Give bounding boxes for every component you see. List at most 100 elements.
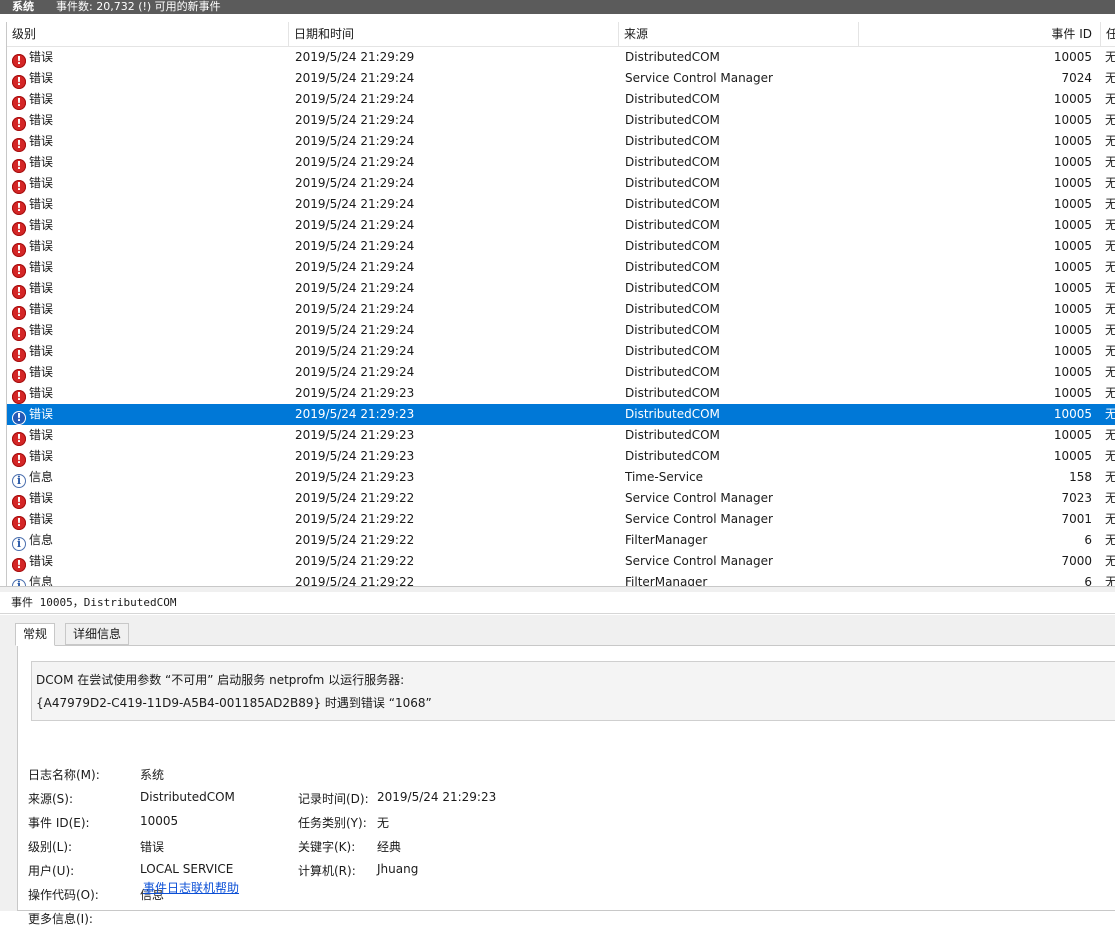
event-row[interactable]: ! 错误 2019/5/24 21:29:22 Service Control Man… (7, 488, 1115, 509)
event-level-cell: ! 错误 (12, 194, 282, 215)
event-task-cell: 无 (1105, 131, 1115, 152)
event-row[interactable]: ! 错误 2019/5/24 21:29:22 Service Control Man… (7, 551, 1115, 572)
event-id-cell: 6 (1084, 533, 1092, 547)
event-message-box[interactable]: DCOM 在尝试使用参数 “不可用” 启动服务 netprofm 以运行服务器:… (31, 661, 1115, 721)
value-level: 错误 (140, 840, 165, 854)
event-source-cell: DistributedCOM (625, 218, 720, 232)
event-row[interactable]: ! 错误 2019/5/24 21:29:24 DistributedCOM 10005… (7, 278, 1115, 299)
event-level-text: 错误 (29, 407, 54, 421)
error-icon: ! (12, 243, 26, 257)
event-row[interactable]: ! 错误 2019/5/24 21:29:24 DistributedCOM 10005… (7, 215, 1115, 236)
event-task-cell: 无 (1105, 404, 1115, 425)
event-row[interactable]: ! 错误 2019/5/24 21:29:24 DistributedCOM 10005… (7, 341, 1115, 362)
event-row[interactable]: ! 错误 2019/5/24 21:29:24 DistributedCOM 10005… (7, 110, 1115, 131)
event-id-cell: 7024 (1061, 71, 1092, 85)
event-task-cell: 无 (1105, 530, 1115, 551)
event-date-cell: 2019/5/24 21:29:22 (295, 575, 415, 586)
event-level-cell: ! 错误 (12, 425, 282, 446)
event-task-cell: 无 (1105, 425, 1115, 446)
event-row[interactable]: ! 错误 2019/5/24 21:29:29 DistributedCOM 10005… (7, 47, 1115, 68)
event-row[interactable]: i信息 2019/5/24 21:29:23 Time-Service 158 无 (7, 467, 1115, 488)
event-task-cell: 无 (1105, 446, 1115, 467)
online-help-link[interactable]: 事件日志联机帮助 (143, 879, 239, 896)
value-event-id: 10005 (140, 814, 179, 828)
event-id-cell: 7023 (1061, 491, 1092, 505)
event-row[interactable]: ! 错误 2019/5/24 21:29:24 Service Control Man… (7, 68, 1115, 89)
event-source-cell: FilterManager (625, 533, 708, 547)
event-id-cell: 10005 (1053, 281, 1092, 295)
event-row[interactable]: ! 错误 2019/5/24 21:29:23 DistributedCOM 10005… (7, 425, 1115, 446)
event-level-text: 错误 (29, 260, 54, 274)
event-level-text: 错误 (29, 344, 54, 358)
column-header-event-id[interactable]: 事件 ID (859, 22, 1101, 46)
event-row[interactable]: ! 错误 2019/5/24 21:29:24 DistributedCOM 10005… (7, 362, 1115, 383)
event-level-cell: ! 错误 (12, 278, 282, 299)
event-id-cell: 10005 (1053, 323, 1092, 337)
event-row[interactable]: ! 错误 2019/5/24 21:29:24 DistributedCOM 10005… (7, 320, 1115, 341)
event-task-cell: 无 (1105, 467, 1115, 488)
event-level-cell: ! 错误 (12, 404, 282, 425)
event-id-cell: 10005 (1053, 218, 1092, 232)
event-row[interactable]: ! 错误 2019/5/24 21:29:24 DistributedCOM 10005… (7, 152, 1115, 173)
column-header-task[interactable]: 任 (1101, 22, 1115, 46)
tab-details[interactable]: 详细信息 (65, 623, 130, 645)
event-source-cell: DistributedCOM (625, 134, 720, 148)
column-header-source[interactable]: 来源 (619, 22, 859, 46)
event-id-cell: 10005 (1053, 155, 1092, 169)
error-icon: ! (12, 222, 26, 236)
event-row[interactable]: ! 错误 2019/5/24 21:29:22 Service Control Man… (7, 509, 1115, 530)
event-level-cell: ! 错误 (12, 68, 282, 89)
event-id-cell: 10005 (1053, 92, 1092, 106)
error-icon: ! (12, 285, 26, 299)
event-row[interactable]: ! 错误 2019/5/24 21:29:23 DistributedCOM 10005… (7, 383, 1115, 404)
error-icon: ! (12, 453, 26, 467)
event-date-cell: 2019/5/24 21:29:24 (295, 155, 415, 169)
event-task-cell: 无 (1105, 257, 1115, 278)
event-row[interactable]: ! 错误 2019/5/24 21:29:24 DistributedCOM 10005… (7, 89, 1115, 110)
event-level-text: 错误 (29, 218, 54, 232)
value-logged: 2019/5/24 21:29:23 (377, 790, 497, 804)
event-date-cell: 2019/5/24 21:29:24 (295, 323, 415, 337)
event-id-cell: 10005 (1053, 50, 1092, 64)
event-row[interactable]: ! 错误 2019/5/24 21:29:24 DistributedCOM 10005… (7, 173, 1115, 194)
event-row[interactable]: ! 错误 2019/5/24 21:29:24 DistributedCOM 10005… (7, 236, 1115, 257)
event-level-text: 错误 (29, 239, 54, 253)
info-icon: i (12, 537, 26, 551)
error-icon: ! (12, 138, 26, 152)
event-row[interactable]: i信息2019/5/24 21:29:22FilterManager6无 (7, 572, 1115, 586)
event-id-cell: 10005 (1053, 302, 1092, 316)
column-header-date[interactable]: 日期和时间 (289, 22, 619, 46)
event-level-text: 错误 (29, 92, 54, 106)
event-level-cell: i 信息 (12, 530, 282, 551)
event-source-cell: DistributedCOM (625, 407, 720, 421)
error-icon: ! (12, 432, 26, 446)
event-id-cell: 10005 (1053, 113, 1092, 127)
error-icon: ! (12, 348, 26, 362)
event-source-cell: DistributedCOM (625, 239, 720, 253)
event-row[interactable]: ! 错误 2019/5/24 21:29:24 DistributedCOM 10005… (7, 194, 1115, 215)
event-level-cell: ! 错误 (12, 299, 282, 320)
column-header-level[interactable]: 级别 (7, 22, 289, 46)
event-source-cell: DistributedCOM (625, 449, 720, 463)
event-detail-pane: 常规 详细信息 DCOM 在尝试使用参数 “不可用” 启动服务 netprofm… (0, 615, 1115, 926)
event-row[interactable]: ! 错误 2019/5/24 21:29:24 DistributedCOM 10005… (7, 299, 1115, 320)
label-computer: 计算机(R): (298, 864, 356, 878)
event-source-cell: DistributedCOM (625, 197, 720, 211)
event-list[interactable]: 级别 日期和时间 来源 事件 ID 任 !错误2019/5/24 21:29:2… (6, 22, 1115, 586)
event-date-cell: 2019/5/24 21:29:24 (295, 239, 415, 253)
tab-general[interactable]: 常规 (15, 623, 56, 646)
label-more-info: 更多信息(I): (28, 912, 93, 926)
event-row[interactable]: ! 错误 2019/5/24 21:29:23 DistributedCOM 10005… (7, 446, 1115, 467)
event-row[interactable]: ! 错误 2019/5/24 21:29:24 DistributedCOM 10005… (7, 257, 1115, 278)
event-row[interactable]: ! 错误 2019/5/24 21:29:24 DistributedCOM 10005… (7, 131, 1115, 152)
error-icon: ! (12, 516, 26, 530)
value-task-category: 无 (377, 816, 390, 830)
event-task-cell: 无 (1105, 572, 1115, 586)
error-icon: ! (12, 159, 26, 173)
error-icon: ! (12, 54, 26, 68)
event-row[interactable]: i信息2019/5/24 21:29:22FilterManager6无 (7, 530, 1115, 551)
info-icon: i (12, 579, 26, 586)
event-source-cell: Service Control Manager (625, 512, 773, 526)
event-row[interactable]: ! 错误 2019/5/24 21:29:23 DistributedCOM 10005… (7, 404, 1115, 425)
event-id-cell: 10005 (1053, 428, 1092, 442)
